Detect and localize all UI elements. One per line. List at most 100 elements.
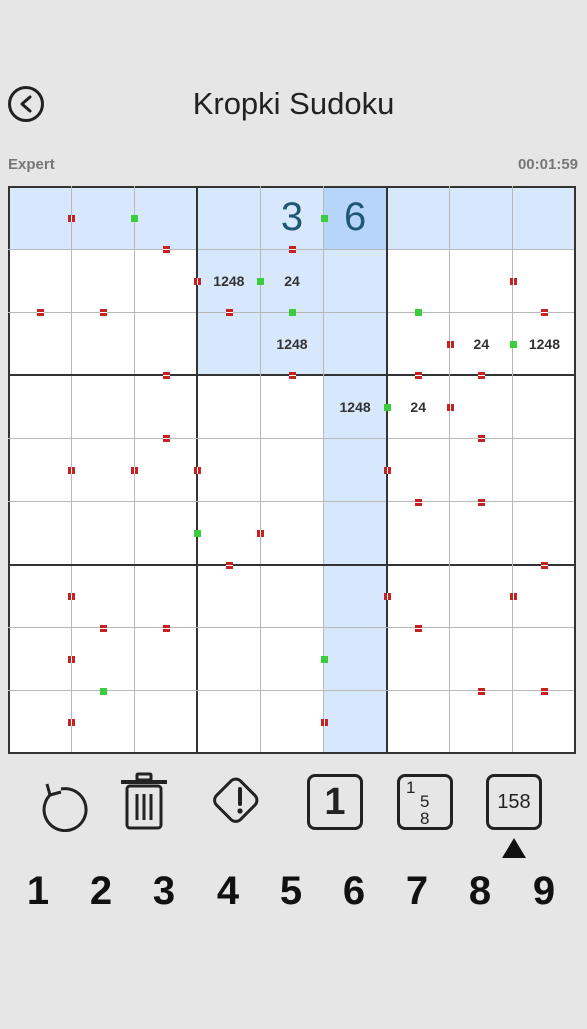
- sudoku-cell[interactable]: [449, 186, 513, 250]
- sudoku-cell[interactable]: [8, 565, 71, 628]
- num-key-4[interactable]: 4: [206, 866, 250, 916]
- sudoku-cell[interactable]: [197, 312, 261, 376]
- sudoku-cell[interactable]: [260, 691, 323, 754]
- sudoku-cell[interactable]: 6: [323, 186, 387, 250]
- num-key-6[interactable]: 6: [332, 866, 376, 916]
- sudoku-cell[interactable]: [386, 186, 450, 250]
- sudoku-cell[interactable]: [387, 312, 450, 375]
- sudoku-cell[interactable]: [387, 438, 450, 501]
- sudoku-cell[interactable]: [197, 438, 260, 501]
- sudoku-cell[interactable]: [260, 628, 323, 691]
- sudoku-cell[interactable]: [197, 691, 260, 754]
- sudoku-cell[interactable]: [450, 628, 513, 691]
- sudoku-cell[interactable]: [8, 438, 71, 501]
- sudoku-cell[interactable]: [323, 564, 387, 628]
- sudoku-cell[interactable]: [450, 691, 513, 754]
- sudoku-cell[interactable]: [323, 501, 387, 565]
- sudoku-cell[interactable]: [323, 312, 387, 376]
- sudoku-cell[interactable]: [450, 249, 513, 312]
- sudoku-cell[interactable]: [8, 502, 71, 565]
- sudoku-cell[interactable]: [512, 186, 576, 250]
- sudoku-cell[interactable]: [513, 375, 576, 438]
- delete-button[interactable]: [115, 772, 175, 832]
- num-key-8[interactable]: 8: [458, 866, 502, 916]
- undo-button[interactable]: [31, 772, 91, 832]
- sudoku-cell[interactable]: [71, 628, 134, 691]
- sudoku-cell[interactable]: [134, 628, 197, 691]
- num-key-3[interactable]: 3: [142, 866, 186, 916]
- sudoku-cell[interactable]: [71, 438, 134, 501]
- sudoku-cell[interactable]: [134, 249, 197, 312]
- sudoku-cell[interactable]: [513, 249, 576, 312]
- sudoku-cell[interactable]: [8, 186, 72, 250]
- sudoku-cell[interactable]: [71, 186, 135, 250]
- sudoku-cell[interactable]: [387, 565, 450, 628]
- sudoku-cell[interactable]: [71, 312, 134, 375]
- sudoku-cell[interactable]: [8, 249, 71, 312]
- sudoku-cell[interactable]: [450, 565, 513, 628]
- num-key-1[interactable]: 1: [16, 866, 60, 916]
- sudoku-cell[interactable]: [197, 628, 260, 691]
- sudoku-cell[interactable]: 1248: [323, 375, 387, 439]
- sudoku-cell[interactable]: [323, 627, 387, 691]
- sudoku-cell[interactable]: [387, 691, 450, 754]
- mode-notes-button[interactable]: 158: [484, 772, 544, 832]
- sudoku-cell[interactable]: [323, 690, 387, 754]
- sudoku-cell[interactable]: [71, 502, 134, 565]
- sudoku-cell[interactable]: [134, 438, 197, 501]
- hint-button[interactable]: [210, 772, 270, 832]
- sudoku-cell[interactable]: [197, 186, 261, 250]
- white-dot-marker: [36, 309, 44, 317]
- sudoku-cell[interactable]: 1248: [513, 312, 576, 375]
- sudoku-cell[interactable]: 3: [260, 186, 324, 250]
- sudoku-cell[interactable]: [450, 502, 513, 565]
- sudoku-cell[interactable]: [513, 438, 576, 501]
- sudoku-cell[interactable]: [197, 502, 260, 565]
- sudoku-cell[interactable]: [71, 565, 134, 628]
- num-key-2[interactable]: 2: [79, 866, 123, 916]
- num-key-5[interactable]: 5: [269, 866, 313, 916]
- sudoku-cell[interactable]: [323, 249, 387, 313]
- sudoku-cell[interactable]: [134, 375, 197, 438]
- sudoku-cell[interactable]: 24: [450, 312, 513, 375]
- sudoku-cell[interactable]: [260, 565, 323, 628]
- sudoku-cell[interactable]: [8, 691, 71, 754]
- sudoku-cell[interactable]: [71, 249, 134, 312]
- sudoku-cell[interactable]: [134, 565, 197, 628]
- sudoku-cell[interactable]: [197, 375, 260, 438]
- sudoku-cell[interactable]: [134, 312, 197, 375]
- sudoku-cell[interactable]: 1248: [260, 312, 324, 376]
- sudoku-cell[interactable]: [450, 375, 513, 438]
- sudoku-cell[interactable]: [513, 565, 576, 628]
- sudoku-cell[interactable]: 24: [387, 375, 450, 438]
- sudoku-cell[interactable]: [323, 438, 387, 502]
- sudoku-cell[interactable]: [387, 249, 450, 312]
- sudoku-cell[interactable]: [71, 691, 134, 754]
- sudoku-cell[interactable]: [450, 438, 513, 501]
- pencil-digit: 8: [420, 809, 430, 828]
- sudoku-cell[interactable]: [260, 375, 323, 438]
- sudoku-cell[interactable]: [134, 502, 197, 565]
- sudoku-cell[interactable]: [134, 691, 197, 754]
- white-dot-marker: [509, 277, 517, 285]
- sudoku-cell[interactable]: [8, 375, 71, 438]
- mode-pencil-button[interactable]: 1 5 8: [395, 772, 455, 832]
- sudoku-cell[interactable]: [260, 438, 323, 501]
- white-dot-marker: [162, 435, 170, 443]
- sudoku-cell[interactable]: [134, 186, 198, 250]
- sudoku-cell[interactable]: [513, 502, 576, 565]
- sudoku-cell[interactable]: [387, 628, 450, 691]
- sudoku-cell[interactable]: [8, 312, 71, 375]
- sudoku-cell[interactable]: 24: [260, 249, 324, 313]
- sudoku-cell[interactable]: [387, 502, 450, 565]
- sudoku-cell[interactable]: 1248: [197, 249, 261, 313]
- num-key-9[interactable]: 9: [522, 866, 566, 916]
- sudoku-cell[interactable]: [260, 502, 323, 565]
- num-key-7[interactable]: 7: [395, 866, 439, 916]
- mode-single-button[interactable]: 1: [305, 772, 365, 832]
- sudoku-cell[interactable]: [513, 628, 576, 691]
- sudoku-cell[interactable]: [513, 691, 576, 754]
- sudoku-cell[interactable]: [71, 375, 134, 438]
- sudoku-cell[interactable]: [8, 628, 71, 691]
- sudoku-cell[interactable]: [197, 565, 260, 628]
